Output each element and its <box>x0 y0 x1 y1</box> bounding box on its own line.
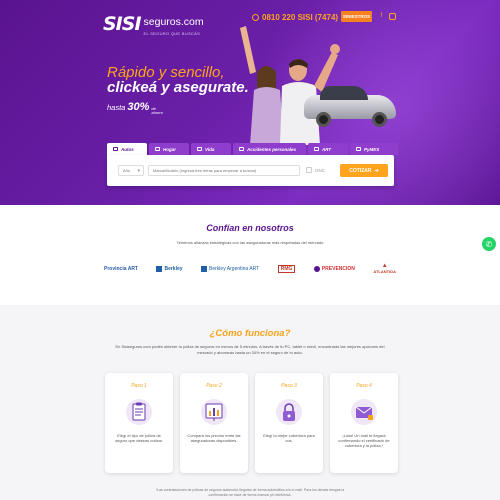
tab-accidentes-personales[interactable]: Accidentes personales <box>233 143 306 155</box>
how-it-works-subtitle: En Sisiseguros.com podés obtener tu póli… <box>115 344 385 355</box>
arrow-right-icon: ➜ <box>374 167 379 174</box>
tab-vida[interactable]: Vida <box>191 143 231 155</box>
how-it-works-title: ¿Cómo funciona? <box>209 328 291 339</box>
step-card: Paso 3 Elegí la mejor cobertura para vos… <box>255 373 323 473</box>
savings-value: 30% <box>127 101 150 113</box>
step-number: Paso 2 <box>206 383 222 389</box>
tab-art[interactable]: ART <box>308 143 348 155</box>
step-number: Paso 3 <box>281 383 297 389</box>
step-text: ¡Listo! Un mail te llegará confirmando e… <box>338 433 390 448</box>
quote-form: Año GNC COTIZAR ➜ <box>107 155 394 186</box>
car-wheel <box>316 112 331 127</box>
tab-label: ART <box>322 146 332 152</box>
year-select[interactable]: Año <box>118 165 144 176</box>
insurer-logos: Provincia ART Berkley Berkley Argentina … <box>104 263 396 274</box>
savings-suffix: de ahorro <box>151 106 163 115</box>
berkley-icon <box>156 265 163 272</box>
helmet-icon <box>314 147 319 151</box>
model-search-input[interactable] <box>148 165 300 176</box>
step-number: Paso 1 <box>131 383 147 389</box>
prevencion-icon <box>313 265 320 272</box>
year-value: Año <box>123 168 131 173</box>
site-logo[interactable]: SISI seguros.com EL SEGURO QUE BUSCÁS <box>103 12 204 36</box>
instagram-icon[interactable] <box>389 13 396 20</box>
phone-icon <box>252 14 259 21</box>
savings-prefix: hasta <box>107 103 126 112</box>
whatsapp-icon[interactable]: ✆ <box>482 237 496 251</box>
insurer-name: Berkley <box>164 265 183 272</box>
cotizar-label: COTIZAR <box>349 167 372 174</box>
car-wheel <box>372 112 387 127</box>
insurance-tabs: Autos Hogar Vida Accidentes personales A… <box>107 143 398 155</box>
step-text: Elegí la mejor cobertura para vos. <box>263 433 315 443</box>
phone-contact[interactable]: 0810 220 SISI (7474) <box>252 13 338 22</box>
tab-autos[interactable]: Autos <box>107 143 147 155</box>
logo-wordmark: seguros.com EL SEGURO QUE BUSCÁS <box>144 12 204 36</box>
footnote: *Las contrataciones de pólizas de seguro… <box>155 488 345 497</box>
berkley-icon <box>201 265 208 272</box>
tab-label: Accidentes personales <box>247 146 297 152</box>
gnc-checkbox[interactable]: GNC <box>306 167 325 173</box>
insurer-name: PREVENCION <box>321 265 355 272</box>
hero-car-image <box>304 83 396 129</box>
hero-headline-line2: clickeá y asegurate. <box>107 79 249 96</box>
heart-icon <box>197 147 202 151</box>
step-number: Paso 4 <box>356 383 372 389</box>
savings-callout: hasta 30% de ahorro <box>107 101 165 115</box>
car-icon <box>113 147 118 151</box>
tab-label: Vida <box>205 146 215 152</box>
insurer-logo: Berkley Argentina ART <box>201 265 260 272</box>
logo-mark: SISI <box>103 13 142 35</box>
hero-banner: SISI seguros.com EL SEGURO QUE BUSCÁS 08… <box>0 0 500 205</box>
step-card: Paso 1 Elegí el tipo de póliza de seguro… <box>105 373 173 473</box>
gnc-checkbox-box[interactable] <box>306 167 312 173</box>
facebook-icon[interactable]: f <box>378 13 385 20</box>
step-card: Paso 2 Compará los precios entre las ase… <box>180 373 248 473</box>
siniestros-button[interactable]: SINIESTROS <box>341 11 372 22</box>
lock-icon <box>276 399 302 425</box>
tab-label: Hogar <box>163 146 177 152</box>
insurer-logo: ▲ ATLANTIDA <box>373 263 396 274</box>
insurer-logo: RMG <box>277 264 296 273</box>
step-card: Paso 4 ¡Listo! Un mail te llegará confir… <box>330 373 398 473</box>
tab-label: PyMES <box>364 146 380 152</box>
home-icon <box>155 147 160 151</box>
insurer-logo: PREVENCION <box>313 265 355 272</box>
envelope-icon <box>351 399 377 425</box>
chart-icon <box>201 399 227 425</box>
step-text: Compará los precios entre las asegurador… <box>187 433 241 443</box>
step-text: Elegí el tipo de póliza de seguro que de… <box>115 433 163 443</box>
insurer-logo: Berkley <box>156 265 183 272</box>
tab-hogar[interactable]: Hogar <box>149 143 189 155</box>
insurer-name: ATLANTIDA <box>373 269 396 274</box>
confian-title: Confían en nosotros <box>206 223 294 233</box>
logo-tagline: EL SEGURO QUE BUSCÁS <box>143 31 201 36</box>
tab-pymes[interactable]: PyMES <box>350 143 398 155</box>
insurer-name: Berkley Argentina ART <box>209 265 260 272</box>
cotizar-button[interactable]: COTIZAR ➜ <box>340 164 388 177</box>
clipboard-icon <box>126 399 152 425</box>
insurer-name: Provincia ART <box>104 265 138 272</box>
insurer-logo: Provincia ART <box>104 266 138 272</box>
briefcase-icon <box>356 147 361 151</box>
confian-subtitle: Tenemos alianzas estratégicas con las as… <box>176 240 324 245</box>
tab-label: Autos <box>121 146 134 152</box>
insurer-name: RMG <box>280 265 293 272</box>
gnc-label: GNC <box>315 167 325 173</box>
steps-cards: Paso 1 Elegí el tipo de póliza de seguro… <box>105 373 398 473</box>
logo-name: seguros.com <box>143 16 204 28</box>
bandage-icon <box>239 147 244 151</box>
phone-number: 0810 220 SISI (7474) <box>262 13 339 22</box>
car-window <box>320 86 368 100</box>
